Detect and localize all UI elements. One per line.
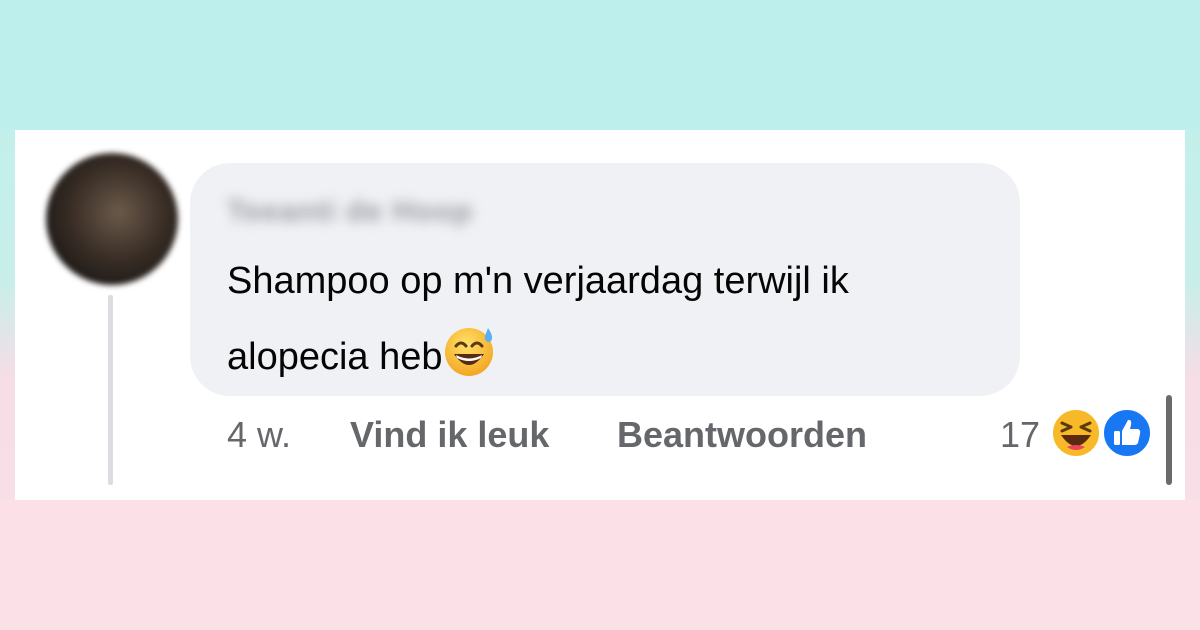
like-button[interactable]: Vind ik leuk [350, 413, 549, 457]
laughing-face-icon[interactable] [1050, 407, 1102, 464]
comment-timestamp[interactable]: 4 w. [227, 413, 291, 457]
comment-text-line1: Shampoo op m'n verjaardag terwijl ik [227, 260, 849, 302]
comment-text-line2: alopecia heb [227, 336, 443, 378]
grinning-face-with-sweat-icon [443, 324, 497, 404]
background-top-band [0, 0, 1200, 130]
author-name[interactable]: Teeanti de Hoop [227, 195, 473, 229]
scrollbar[interactable] [1166, 395, 1172, 485]
thread-line [108, 295, 113, 485]
comment-text: Shampoo op m'n verjaardag terwijl ik alo… [227, 243, 1007, 404]
reaction-count[interactable]: 17 [1000, 413, 1040, 457]
thumbs-up-icon[interactable] [1101, 407, 1153, 464]
avatar[interactable] [46, 153, 178, 285]
comment-card: Teeanti de Hoop Shampoo op m'n verjaarda… [15, 130, 1185, 500]
background-bottom-band [0, 500, 1200, 630]
reply-button[interactable]: Beantwoorden [617, 413, 867, 457]
comment-bubble: Teeanti de Hoop Shampoo op m'n verjaarda… [190, 163, 1020, 396]
